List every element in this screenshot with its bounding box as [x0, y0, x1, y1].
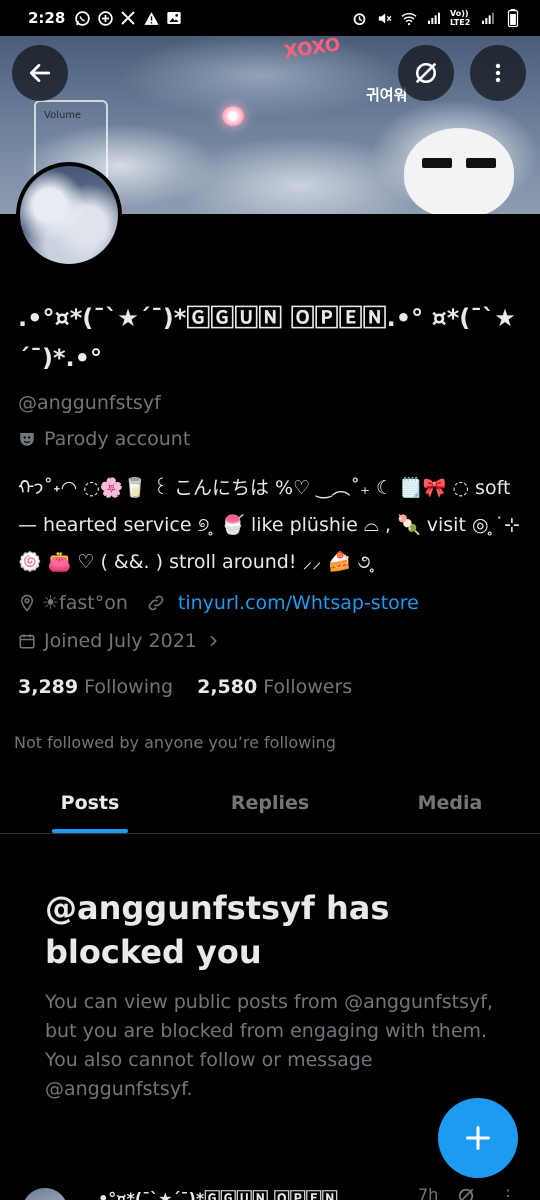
- status-bar: 2:28 Vo)) LTE2: [0, 0, 540, 36]
- warning-icon: [142, 9, 160, 27]
- location-text: ☀fast°on: [42, 592, 128, 614]
- tab-media[interactable]: Media: [360, 772, 540, 833]
- following-count: 3,289: [18, 676, 79, 698]
- post-preview-avatar[interactable]: [22, 1188, 68, 1200]
- status-left-icons: [73, 9, 183, 27]
- plus-icon: [465, 1125, 491, 1151]
- more-vertical-icon[interactable]: ⋮: [500, 1186, 516, 1200]
- arrow-left-icon: [29, 64, 51, 82]
- volte-label: Vo)) LTE2: [450, 9, 471, 27]
- grok-icon: [415, 62, 437, 84]
- signal-icon: [425, 9, 443, 27]
- image-icon: [165, 9, 183, 27]
- grok-button[interactable]: [398, 45, 454, 101]
- follow-counts: 3,289 Following 2,580 Followers: [18, 676, 352, 698]
- joined-text: Joined July 2021: [44, 630, 197, 652]
- followers-count: 2,580: [197, 676, 258, 698]
- mute-icon: [375, 9, 393, 27]
- banner-volume-text: Volume: [44, 110, 82, 121]
- following-label: Following: [84, 676, 174, 698]
- post-preview-name: .•°¤*(¯`★´¯)*🄶🄶🅄🄽 🄾🄿🄴🄽: [92, 1189, 338, 1200]
- whatsapp-icon: [73, 9, 91, 27]
- more-vertical-icon: [495, 63, 501, 83]
- alarm-icon: [350, 9, 368, 27]
- back-button[interactable]: [12, 45, 68, 101]
- chevron-right-icon: [210, 635, 217, 647]
- not-followed-notice: Not followed by anyone you’re following: [14, 733, 336, 752]
- wifi-icon: [400, 9, 418, 27]
- tab-posts[interactable]: Posts: [0, 772, 180, 833]
- plus-circle-icon: [96, 9, 114, 27]
- followers-label: Followers: [263, 676, 353, 698]
- banner-ghost-face: [404, 128, 514, 214]
- blocked-title: @anggunfstsyf has blocked you: [45, 889, 390, 971]
- compose-post-button[interactable]: [438, 1098, 518, 1178]
- location-website-row: ☀fast°on tinyurl.com/Whtsap-store: [18, 592, 419, 614]
- tab-replies[interactable]: Replies: [180, 772, 360, 833]
- grok-icon[interactable]: [456, 1186, 476, 1200]
- joined-row[interactable]: Joined July 2021: [18, 630, 221, 652]
- status-right-icons: Vo)) LTE2: [350, 9, 522, 27]
- more-options-button[interactable]: [470, 45, 526, 101]
- followers-count-link[interactable]: 2,580 Followers: [197, 676, 352, 698]
- link-icon: [148, 595, 164, 611]
- bio: ᡣ𐭩˚˖◠ ◌🌸🥛 ꒰ こんにちは %♡ ‿︵˚₊ ☾ 🗒️🎀 ◌ soft— …: [18, 477, 520, 573]
- post-preview-time: 7h: [418, 1185, 439, 1200]
- website-link[interactable]: tinyurl.com/Whtsap-store: [178, 592, 419, 614]
- blocked-body: You can view public posts from @anggunfs…: [45, 991, 493, 1100]
- following-count-link[interactable]: 3,289 Following: [18, 676, 173, 698]
- profile-tabs: Posts Replies Media: [0, 772, 540, 834]
- signal-icon: [479, 9, 497, 27]
- banner-heart-glow: [222, 106, 244, 126]
- display-name: .•°¤*(¯`★´¯)*🄶🄶🅄🄽 🄾🄿🄴🄽.•° ¤*(¯`★´¯)*.•°: [18, 304, 516, 372]
- avatar[interactable]: [16, 162, 122, 268]
- post-preview[interactable]: .•°¤*(¯`★´¯)*🄶🄶🅄🄽 🄾🄿🄴🄽 7h ⋮: [0, 1184, 540, 1200]
- status-time: 2:28: [28, 9, 66, 27]
- handle: @anggunfstsyf: [18, 392, 161, 414]
- x-logo-icon: [119, 9, 137, 27]
- calendar-icon: [19, 634, 35, 649]
- battery-icon: [504, 9, 522, 27]
- location-pin-icon: [20, 594, 34, 612]
- parody-text: Parody account: [44, 428, 191, 450]
- mask-icon: [20, 433, 34, 446]
- banner-xoxo-text: XOXO: [282, 36, 342, 63]
- parody-label: Parody account: [18, 428, 190, 450]
